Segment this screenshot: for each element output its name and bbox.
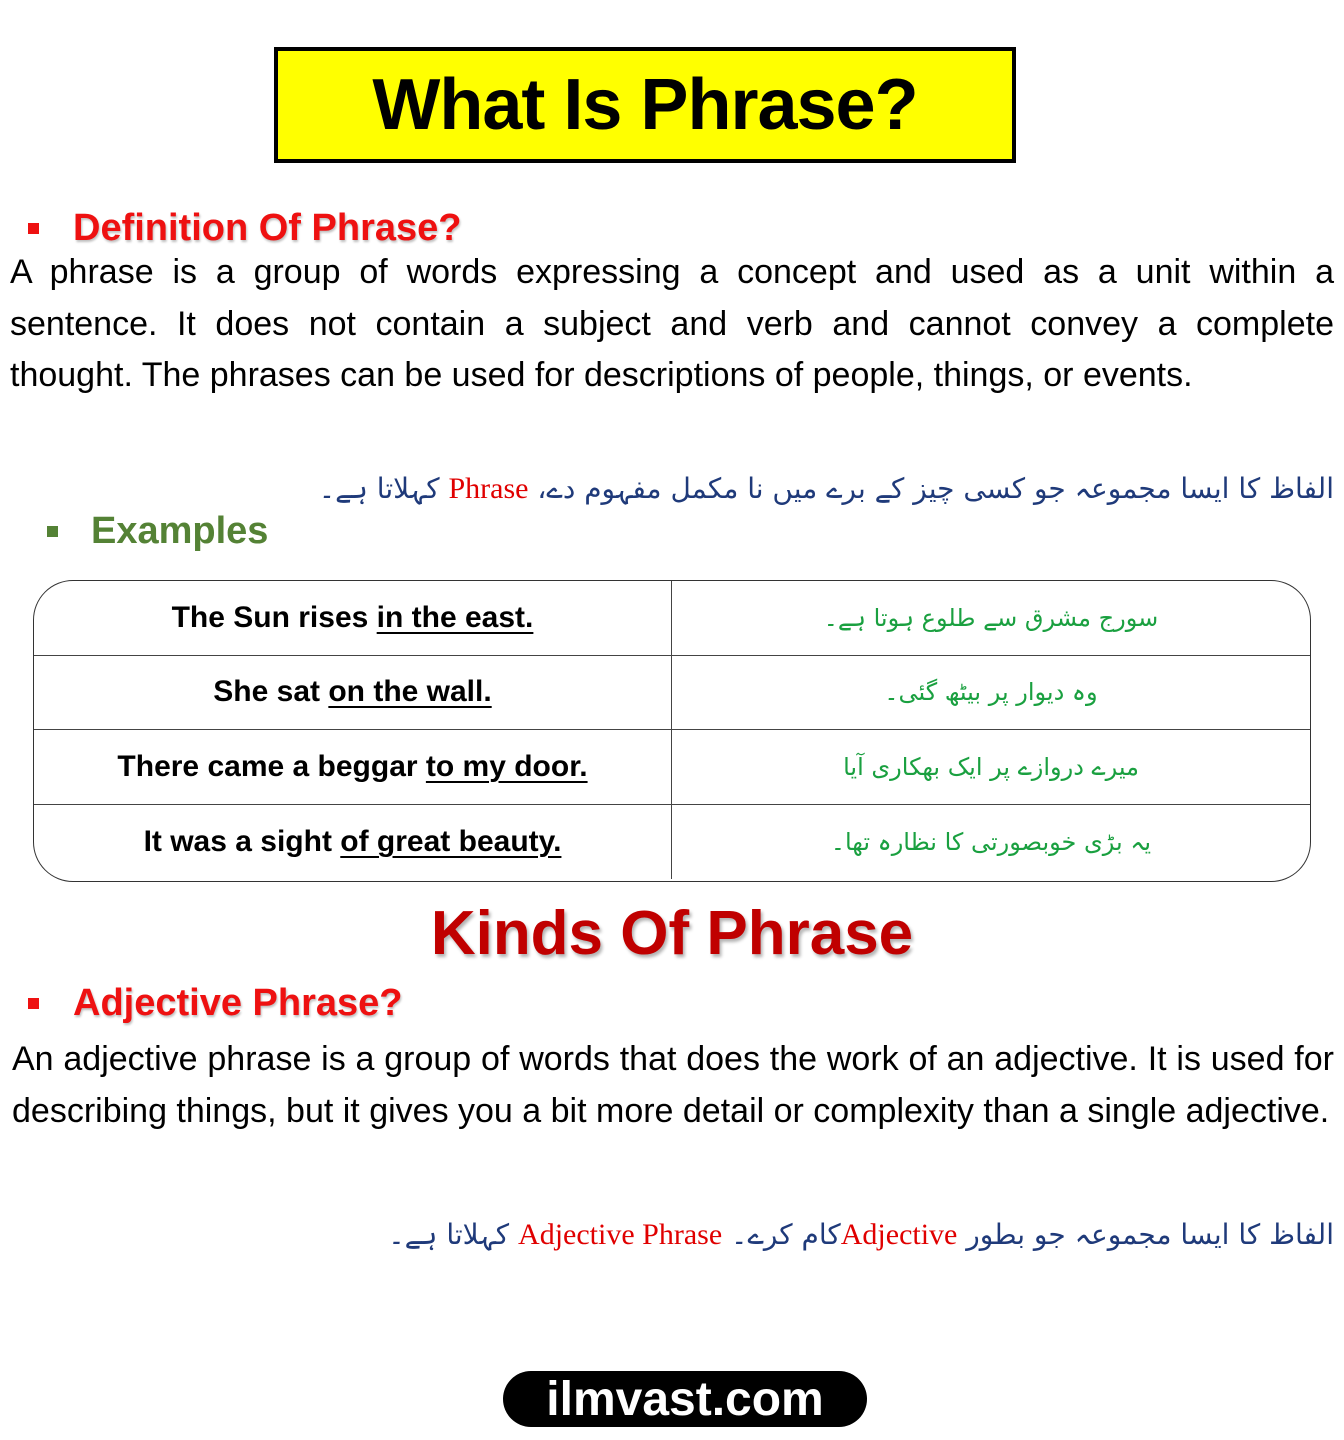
- bullet-icon: [28, 223, 39, 234]
- example-english: There came a beggar to my door.: [34, 730, 672, 804]
- example-phrase: in the east.: [376, 600, 534, 634]
- urdu-text: کہلاتا ہے۔: [318, 472, 440, 505]
- example-plain: There came a beggar: [117, 749, 426, 783]
- example-urdu: سورج مشرق سے طلوع ہوتا ہے۔: [823, 603, 1159, 632]
- example-urdu: میرے دروازے پر ایک بھکاری آیا: [843, 752, 1139, 781]
- table-row: It was a sight of great beauty. یہ بڑی خ…: [34, 804, 1310, 879]
- example-english: It was a sight of great beauty.: [34, 804, 672, 879]
- definition-heading: Definition Of Phrase?: [28, 207, 461, 250]
- example-plain: She sat: [213, 675, 329, 709]
- adjective-heading-text: Adjective Phrase?: [73, 982, 403, 1024]
- site-badge: ilmvast.com: [503, 1371, 867, 1427]
- bullet-icon: [47, 526, 58, 537]
- example-phrase: to my door.: [425, 749, 588, 783]
- table-row: She sat on the wall. وہ دیوار پر بیٹھ گئ…: [34, 655, 1310, 730]
- example-plain: It was a sight: [143, 824, 341, 858]
- examples-table: The Sun rises in the east. سورج مشرق سے …: [33, 580, 1311, 882]
- example-urdu: یہ بڑی خوبصورتی کا نظارہ تھا۔: [830, 827, 1152, 856]
- definition-paragraph: A phrase is a group of words expressing …: [10, 253, 1334, 394]
- urdu-term: Adjective Phrase: [518, 1218, 723, 1251]
- urdu-text: کہلاتا ہے۔: [388, 1218, 510, 1251]
- bullet-icon: [28, 998, 39, 1009]
- urdu-term: Phrase: [448, 472, 529, 505]
- examples-heading-text: Examples: [91, 510, 269, 552]
- adjective-paragraph: An adjective phrase is a group of words …: [12, 1040, 1334, 1130]
- example-english: She sat on the wall.: [34, 655, 672, 729]
- table-row: There came a beggar to my door. میرے درو…: [34, 730, 1310, 805]
- example-phrase: on the wall.: [328, 675, 492, 709]
- adjective-heading: Adjective Phrase?: [28, 982, 402, 1025]
- urdu-text: الفاظ کا ایسا مجموعہ جو کسی چیز کے برے م…: [537, 472, 1334, 505]
- example-english: The Sun rises in the east.: [34, 581, 672, 655]
- definition-heading-text: Definition Of Phrase?: [73, 207, 462, 249]
- example-urdu: وہ دیوار پر بیٹھ گئی۔: [884, 678, 1098, 707]
- example-plain: The Sun rises: [171, 600, 377, 634]
- urdu-text: کام کرے۔: [731, 1218, 841, 1251]
- title-banner: What Is Phrase?: [274, 47, 1016, 163]
- examples-heading: Examples: [47, 510, 268, 553]
- table-row: The Sun rises in the east. سورج مشرق سے …: [34, 581, 1310, 656]
- urdu-text: الفاظ کا ایسا مجموعہ جو بطور: [966, 1218, 1334, 1251]
- example-phrase: of great beauty.: [340, 824, 562, 858]
- kinds-heading: Kinds Of Phrase: [430, 899, 914, 968]
- site-name: ilmvast.com: [546, 1372, 824, 1426]
- urdu-term: Adjective: [840, 1218, 958, 1251]
- page-title: What Is Phrase?: [372, 65, 918, 145]
- definition-urdu: الفاظ کا ایسا مجموعہ جو کسی چیز کے برے م…: [319, 472, 1334, 506]
- adjective-urdu: الفاظ کا ایسا مجموعہ جو بطور Adjectiveکا…: [388, 1218, 1334, 1252]
